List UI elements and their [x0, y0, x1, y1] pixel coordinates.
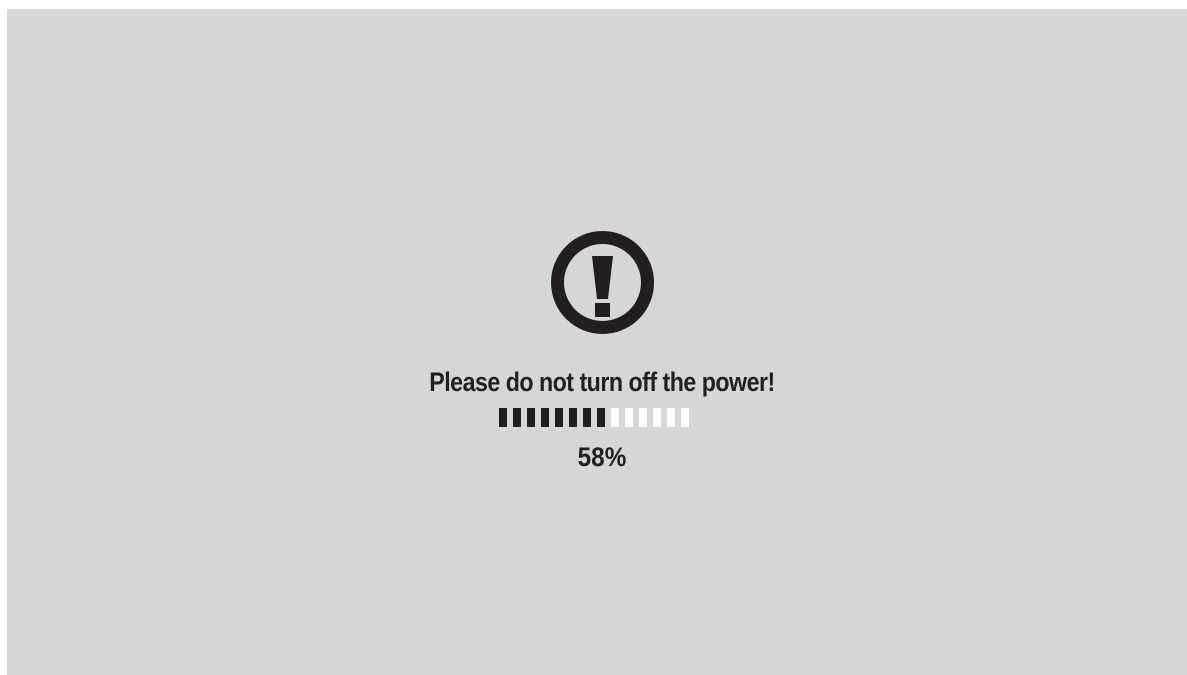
- progress-bar: [499, 408, 689, 427]
- progress-segment-empty: [653, 408, 661, 427]
- progress-segment-filled: [527, 408, 535, 427]
- exclamation-circle-icon: [551, 231, 654, 334]
- progress-segment-empty: [611, 408, 619, 427]
- progress-segment-filled: [541, 408, 549, 427]
- power-warning-message: Please do not turn off the power!: [429, 367, 775, 397]
- progress-percent: 58%: [577, 442, 627, 472]
- progress-segment-empty: [639, 408, 647, 427]
- progress-segment-empty: [667, 408, 675, 427]
- progress-segment-filled: [597, 408, 605, 427]
- update-screen: Please do not turn off the power! 58%: [7, 9, 1187, 675]
- progress-segment-filled: [513, 408, 521, 427]
- progress-segment-empty: [625, 408, 633, 427]
- progress-segment-filled: [583, 408, 591, 427]
- progress-segment-filled: [499, 408, 507, 427]
- progress-segment-empty: [681, 408, 689, 427]
- progress-segment-filled: [555, 408, 563, 427]
- progress-segment-filled: [569, 408, 577, 427]
